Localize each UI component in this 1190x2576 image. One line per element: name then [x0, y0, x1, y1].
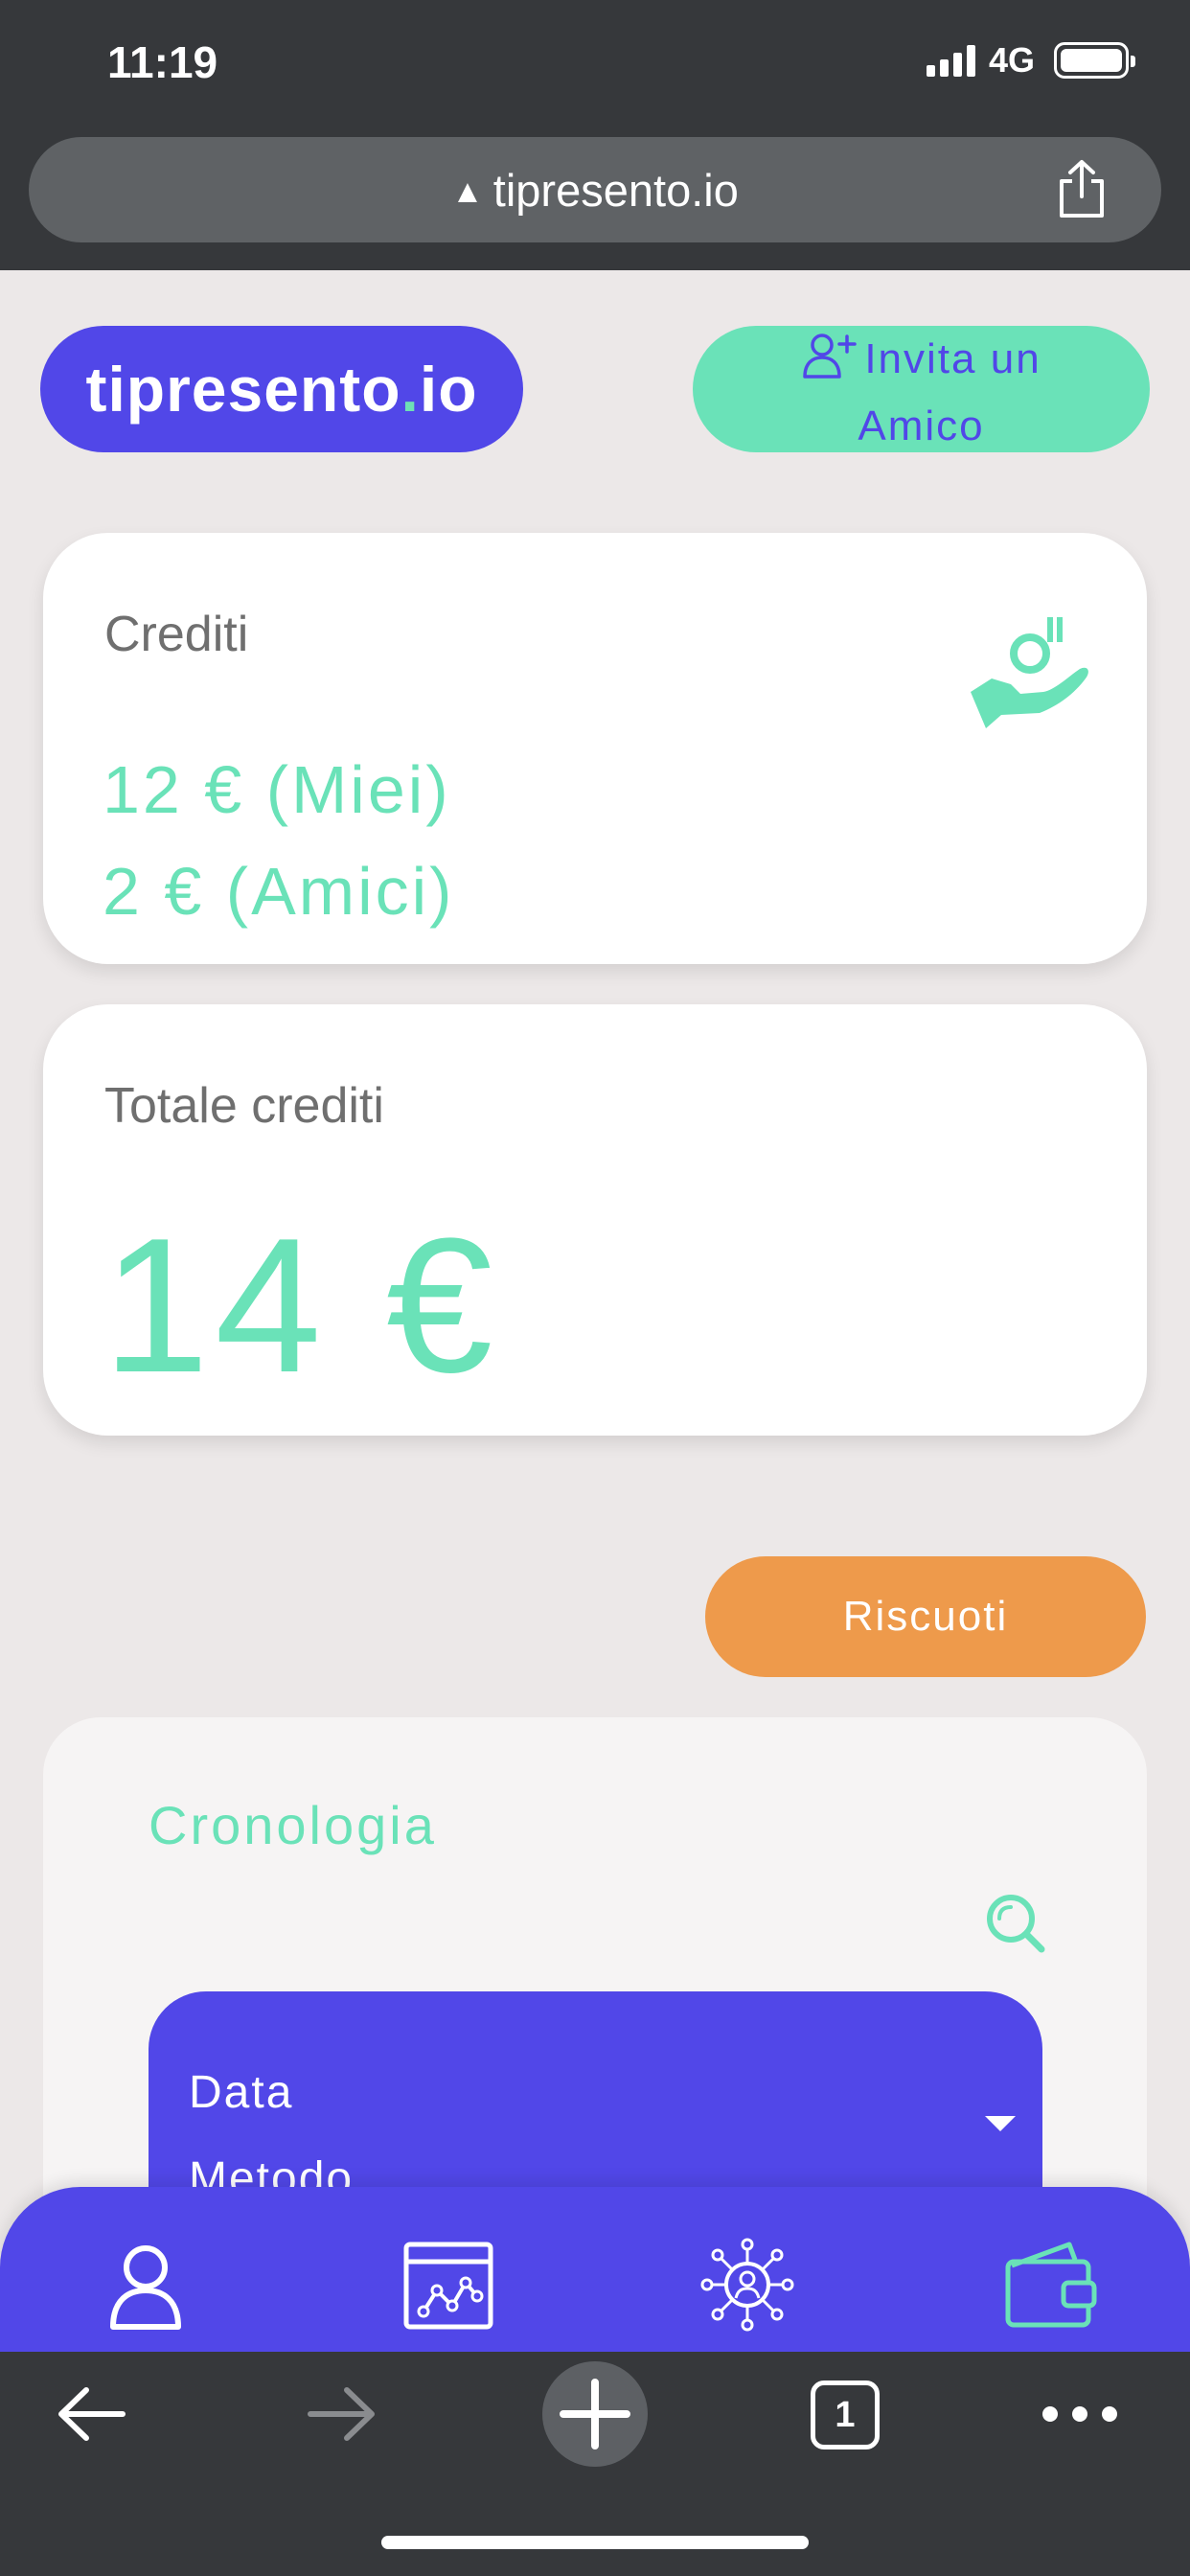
- warning-icon: ▲: [451, 173, 484, 210]
- search-icon[interactable]: [982, 1890, 1049, 1957]
- forward-arrow-icon[interactable]: [303, 2380, 379, 2448]
- battery-icon: [1054, 42, 1135, 79]
- logo-text: tipresento: [85, 354, 401, 425]
- credits-title: Crediti: [104, 607, 249, 662]
- invite-friend-button[interactable]: Invita un Amico: [693, 326, 1150, 452]
- home-indicator[interactable]: [381, 2536, 809, 2549]
- url-display[interactable]: ▲ tipresento.io: [29, 164, 1161, 217]
- tabs-count: 1: [835, 2395, 856, 2435]
- tabs-button[interactable]: 1: [811, 2380, 880, 2450]
- signal-icon: [926, 44, 975, 77]
- collect-button[interactable]: Riscuoti: [705, 1556, 1146, 1677]
- wallet-icon[interactable]: [1002, 2237, 1098, 2333]
- total-credits-title: Totale crediti: [104, 1078, 384, 1134]
- add-user-icon: [803, 334, 858, 379]
- chevron-down-icon: [985, 2116, 1016, 2131]
- network-label: 4G: [988, 40, 1035, 80]
- address-bar[interactable]: ▲ tipresento.io: [29, 137, 1161, 242]
- hand-coin-icon: [971, 617, 1088, 728]
- credits-friends: 2 € (Amici): [103, 854, 455, 929]
- plus-icon: [560, 2379, 630, 2450]
- logo-dot: .: [400, 354, 420, 425]
- app-tab-bar: [0, 2187, 1190, 2352]
- new-tab-button[interactable]: [542, 2361, 648, 2467]
- status-indicators: 4G: [926, 40, 1135, 80]
- chart-icon[interactable]: [400, 2237, 496, 2333]
- total-credits-card: Totale crediti 14 €: [43, 1004, 1147, 1436]
- invite-label-line2: Amico: [858, 402, 985, 449]
- share-icon[interactable]: [1054, 158, 1110, 219]
- url-text: tipresento.io: [492, 165, 739, 216]
- history-title: Cronologia: [149, 1795, 437, 1855]
- credits-mine: 12 € (Miei): [103, 752, 451, 827]
- browser-top-bar: 11:19 4G ▲ tipresento.io: [0, 0, 1190, 270]
- logo-suffix: io: [419, 354, 478, 425]
- back-arrow-icon[interactable]: [54, 2380, 130, 2448]
- more-icon[interactable]: [1037, 2380, 1123, 2448]
- user-icon[interactable]: [98, 2237, 194, 2333]
- credits-card: Crediti 12 € (Miei) 2 € (Amici): [43, 533, 1147, 964]
- filter-selected-option: Data: [189, 2067, 294, 2118]
- total-credits-value: 14 €: [103, 1199, 499, 1413]
- invite-label-line1: Invita un: [864, 335, 1041, 382]
- network-icon[interactable]: [699, 2237, 795, 2333]
- app-logo[interactable]: tipresento. io: [40, 326, 523, 452]
- status-time: 11:19: [107, 37, 218, 87]
